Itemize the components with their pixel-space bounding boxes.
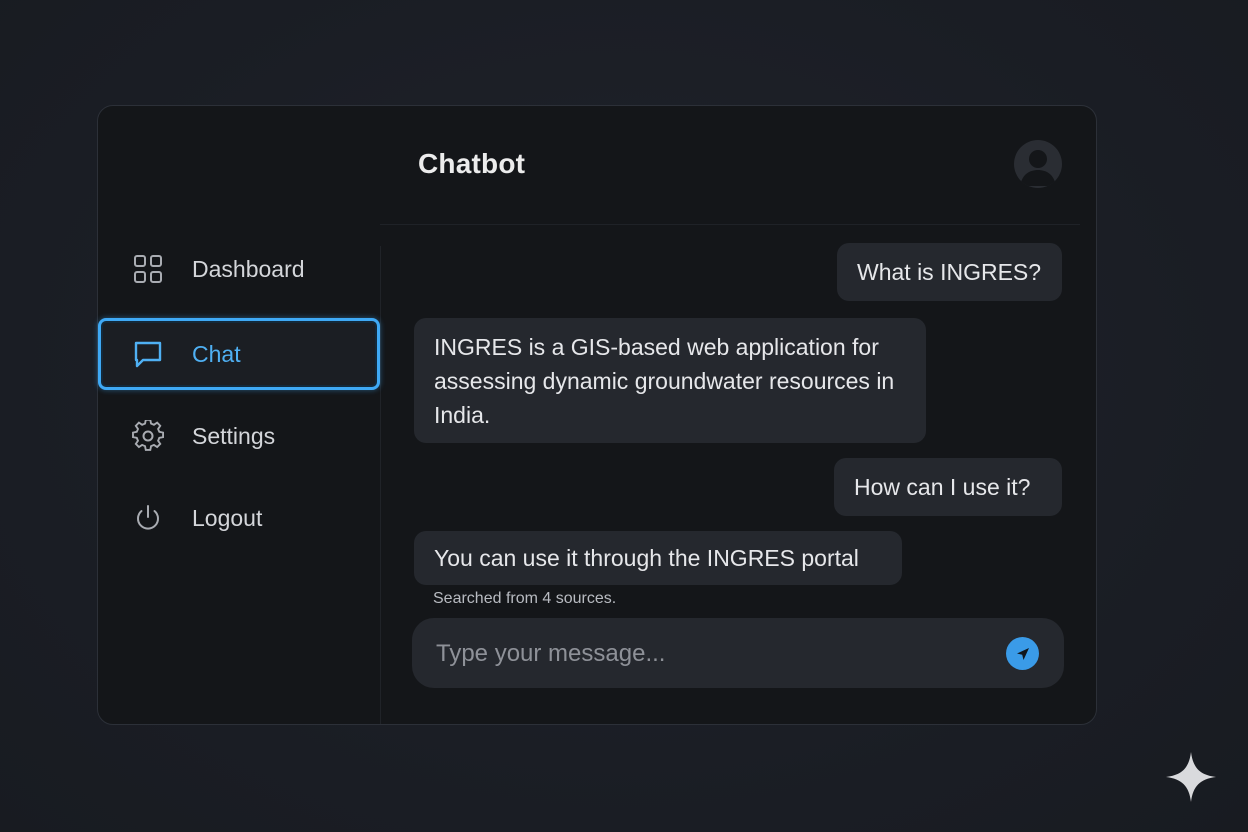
gear-icon bbox=[132, 420, 164, 452]
sparkle-icon bbox=[1166, 752, 1216, 802]
assistant-message: INGRES is a GIS-based web application fo… bbox=[414, 318, 926, 443]
sources-note: Searched from 4 sources. bbox=[433, 590, 617, 607]
sidebar-item-label: Logout bbox=[192, 504, 263, 531]
send-button[interactable] bbox=[1006, 637, 1039, 670]
chatbot-window: Chatbot Dashboard Chat Settings Logout W… bbox=[97, 105, 1097, 725]
sidebar-item-label: Chat bbox=[192, 340, 241, 367]
sidebar-item-label: Dashboard bbox=[192, 255, 305, 282]
header-divider bbox=[380, 224, 1080, 225]
send-icon bbox=[1016, 647, 1029, 660]
desktop-background: Chatbot Dashboard Chat Settings Logout W… bbox=[0, 0, 1248, 832]
user-avatar[interactable] bbox=[1014, 140, 1062, 188]
user-message: What is INGRES? bbox=[837, 243, 1062, 301]
assistant-message: You can use it through the INGRES portal bbox=[414, 531, 902, 585]
sidebar-item-chat[interactable]: Chat bbox=[98, 318, 380, 390]
sidebar-item-dashboard[interactable]: Dashboard bbox=[98, 234, 380, 304]
message-composer bbox=[412, 618, 1064, 690]
message-input[interactable] bbox=[434, 618, 998, 690]
sidebar-item-logout[interactable]: Logout bbox=[98, 483, 380, 553]
sidebar-divider bbox=[380, 246, 381, 724]
user-message: How can I use it? bbox=[834, 458, 1062, 516]
grid-icon bbox=[132, 253, 164, 285]
chat-bubble-icon bbox=[132, 338, 164, 370]
user-avatar-icon bbox=[1020, 150, 1056, 186]
power-icon bbox=[132, 502, 164, 534]
sidebar-item-settings[interactable]: Settings bbox=[98, 401, 380, 471]
page-title: Chatbot bbox=[418, 148, 526, 179]
sidebar-item-label: Settings bbox=[192, 422, 276, 449]
